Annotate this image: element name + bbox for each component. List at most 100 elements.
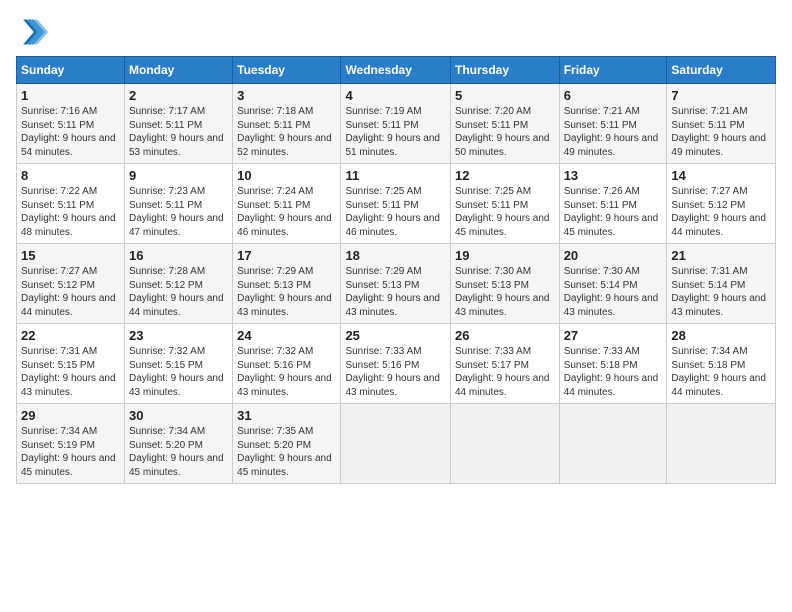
weekday-header: Friday (559, 57, 667, 84)
calendar-cell (667, 404, 776, 484)
calendar-cell: 3 Sunrise: 7:18 AM Sunset: 5:11 PM Daylig… (233, 84, 341, 164)
day-info: Sunrise: 7:26 AM Sunset: 5:11 PM Dayligh… (564, 185, 663, 239)
day-number: 6 (564, 88, 663, 103)
calendar-cell: 9Sunrise: 7:23 AM Sunset: 5:11 PM Daylig… (125, 164, 233, 244)
calendar-cell: 12 Sunrise: 7:25 AM Sunset: 5:11 PM Dayli… (450, 164, 559, 244)
calendar-cell: 30 Sunrise: 7:34 AM Sunset: 5:20 PM Dayli… (125, 404, 233, 484)
day-number: 15 (21, 248, 120, 263)
day-info: Sunrise: 7:30 AM Sunset: 5:13 PM Dayligh… (455, 265, 555, 319)
day-info: Sunrise: 7:34 AM Sunset: 5:19 PM Dayligh… (21, 425, 120, 479)
day-info: Sunrise: 7:21 AM Sunset: 5:11 PM Dayligh… (671, 105, 771, 159)
day-number: 18 (345, 248, 446, 263)
day-number: 2 (129, 88, 228, 103)
day-info: Sunrise: 7:20 AM Sunset: 5:11 PM Dayligh… (455, 105, 555, 159)
calendar-table: SundayMondayTuesdayWednesdayThursdayFrid… (16, 56, 776, 484)
page-header (16, 16, 776, 48)
day-number: 24 (237, 328, 336, 343)
day-number: 23 (129, 328, 228, 343)
day-number: 1 (21, 88, 120, 103)
calendar-cell: 25Sunrise: 7:33 AM Sunset: 5:16 PM Dayli… (341, 324, 451, 404)
day-number: 29 (21, 408, 120, 423)
calendar-cell: 26 Sunrise: 7:33 AM Sunset: 5:17 PM Dayli… (450, 324, 559, 404)
day-number: 26 (455, 328, 555, 343)
day-info: Sunrise: 7:24 AM Sunset: 5:11 PM Dayligh… (237, 185, 336, 239)
calendar-cell: 17 Sunrise: 7:29 AM Sunset: 5:13 PM Dayli… (233, 244, 341, 324)
day-info: Sunrise: 7:33 AM Sunset: 5:17 PM Dayligh… (455, 345, 555, 399)
day-number: 10 (237, 168, 336, 183)
day-info: Sunrise: 7:32 AM Sunset: 5:15 PM Dayligh… (129, 345, 228, 399)
day-info: Sunrise: 7:28 AM Sunset: 5:12 PM Dayligh… (129, 265, 228, 319)
calendar-week-row: 1 Sunrise: 7:16 AM Sunset: 5:11 PM Daylig… (17, 84, 776, 164)
calendar-week-row: 15 Sunrise: 7:27 AM Sunset: 5:12 PM Dayli… (17, 244, 776, 324)
day-info: Sunrise: 7:23 AM Sunset: 5:11 PM Dayligh… (129, 185, 228, 239)
day-info: Sunrise: 7:35 AM Sunset: 5:20 PM Dayligh… (237, 425, 336, 479)
calendar-cell: 2 Sunrise: 7:17 AM Sunset: 5:11 PM Daylig… (125, 84, 233, 164)
day-info: Sunrise: 7:30 AM Sunset: 5:14 PM Dayligh… (564, 265, 663, 319)
day-info: Sunrise: 7:29 AM Sunset: 5:13 PM Dayligh… (345, 265, 446, 319)
calendar-cell: 7 Sunrise: 7:21 AM Sunset: 5:11 PM Daylig… (667, 84, 776, 164)
day-number: 19 (455, 248, 555, 263)
day-number: 4 (345, 88, 446, 103)
calendar-cell: 6Sunrise: 7:21 AM Sunset: 5:11 PM Daylig… (559, 84, 667, 164)
calendar-cell: 4 Sunrise: 7:19 AM Sunset: 5:11 PM Daylig… (341, 84, 451, 164)
calendar-cell: 19 Sunrise: 7:30 AM Sunset: 5:13 PM Dayli… (450, 244, 559, 324)
calendar-cell (559, 404, 667, 484)
weekday-header: Tuesday (233, 57, 341, 84)
day-info: Sunrise: 7:33 AM Sunset: 5:16 PM Dayligh… (345, 345, 446, 399)
day-info: Sunrise: 7:34 AM Sunset: 5:20 PM Dayligh… (129, 425, 228, 479)
day-info: Sunrise: 7:33 AM Sunset: 5:18 PM Dayligh… (564, 345, 663, 399)
calendar-cell: 28 Sunrise: 7:34 AM Sunset: 5:18 PM Dayli… (667, 324, 776, 404)
weekday-row: SundayMondayTuesdayWednesdayThursdayFrid… (17, 57, 776, 84)
day-number: 7 (671, 88, 771, 103)
day-number: 28 (671, 328, 771, 343)
day-info: Sunrise: 7:31 AM Sunset: 5:15 PM Dayligh… (21, 345, 120, 399)
day-number: 27 (564, 328, 663, 343)
day-info: Sunrise: 7:25 AM Sunset: 5:11 PM Dayligh… (455, 185, 555, 239)
calendar-week-row: 22 Sunrise: 7:31 AM Sunset: 5:15 PM Dayli… (17, 324, 776, 404)
day-info: Sunrise: 7:19 AM Sunset: 5:11 PM Dayligh… (345, 105, 446, 159)
day-number: 21 (671, 248, 771, 263)
day-info: Sunrise: 7:27 AM Sunset: 5:12 PM Dayligh… (21, 265, 120, 319)
calendar-cell: 14 Sunrise: 7:27 AM Sunset: 5:12 PM Dayli… (667, 164, 776, 244)
calendar-cell: 8Sunrise: 7:22 AM Sunset: 5:11 PM Daylig… (17, 164, 125, 244)
day-info: Sunrise: 7:29 AM Sunset: 5:13 PM Dayligh… (237, 265, 336, 319)
weekday-header: Sunday (17, 57, 125, 84)
day-number: 31 (237, 408, 336, 423)
logo-icon (16, 16, 48, 48)
weekday-header: Wednesday (341, 57, 451, 84)
calendar-cell: 23 Sunrise: 7:32 AM Sunset: 5:15 PM Dayli… (125, 324, 233, 404)
calendar-week-row: 8Sunrise: 7:22 AM Sunset: 5:11 PM Daylig… (17, 164, 776, 244)
calendar-cell: 24 Sunrise: 7:32 AM Sunset: 5:16 PM Dayli… (233, 324, 341, 404)
calendar-cell: 16 Sunrise: 7:28 AM Sunset: 5:12 PM Dayli… (125, 244, 233, 324)
calendar-cell: 18 Sunrise: 7:29 AM Sunset: 5:13 PM Dayli… (341, 244, 451, 324)
calendar-week-row: 29 Sunrise: 7:34 AM Sunset: 5:19 PM Dayli… (17, 404, 776, 484)
calendar-cell: 22 Sunrise: 7:31 AM Sunset: 5:15 PM Dayli… (17, 324, 125, 404)
day-number: 3 (237, 88, 336, 103)
day-info: Sunrise: 7:34 AM Sunset: 5:18 PM Dayligh… (671, 345, 771, 399)
day-number: 16 (129, 248, 228, 263)
calendar-body: 1 Sunrise: 7:16 AM Sunset: 5:11 PM Daylig… (17, 84, 776, 484)
day-number: 30 (129, 408, 228, 423)
calendar-cell: 29 Sunrise: 7:34 AM Sunset: 5:19 PM Dayli… (17, 404, 125, 484)
calendar-cell: 1 Sunrise: 7:16 AM Sunset: 5:11 PM Daylig… (17, 84, 125, 164)
calendar-cell: 10 Sunrise: 7:24 AM Sunset: 5:11 PM Dayli… (233, 164, 341, 244)
day-number: 12 (455, 168, 555, 183)
calendar-cell: 20 Sunrise: 7:30 AM Sunset: 5:14 PM Dayli… (559, 244, 667, 324)
day-number: 17 (237, 248, 336, 263)
calendar-cell: 21Sunrise: 7:31 AM Sunset: 5:14 PM Dayli… (667, 244, 776, 324)
calendar-cell: 15 Sunrise: 7:27 AM Sunset: 5:12 PM Dayli… (17, 244, 125, 324)
day-number: 22 (21, 328, 120, 343)
calendar-cell: 5Sunrise: 7:20 AM Sunset: 5:11 PM Daylig… (450, 84, 559, 164)
day-info: Sunrise: 7:16 AM Sunset: 5:11 PM Dayligh… (21, 105, 120, 159)
day-number: 20 (564, 248, 663, 263)
day-info: Sunrise: 7:27 AM Sunset: 5:12 PM Dayligh… (671, 185, 771, 239)
day-info: Sunrise: 7:32 AM Sunset: 5:16 PM Dayligh… (237, 345, 336, 399)
day-number: 8 (21, 168, 120, 183)
day-number: 14 (671, 168, 771, 183)
weekday-header: Saturday (667, 57, 776, 84)
calendar-cell (450, 404, 559, 484)
day-info: Sunrise: 7:18 AM Sunset: 5:11 PM Dayligh… (237, 105, 336, 159)
calendar-cell: 13Sunrise: 7:26 AM Sunset: 5:11 PM Dayli… (559, 164, 667, 244)
day-info: Sunrise: 7:17 AM Sunset: 5:11 PM Dayligh… (129, 105, 228, 159)
logo (16, 16, 52, 48)
